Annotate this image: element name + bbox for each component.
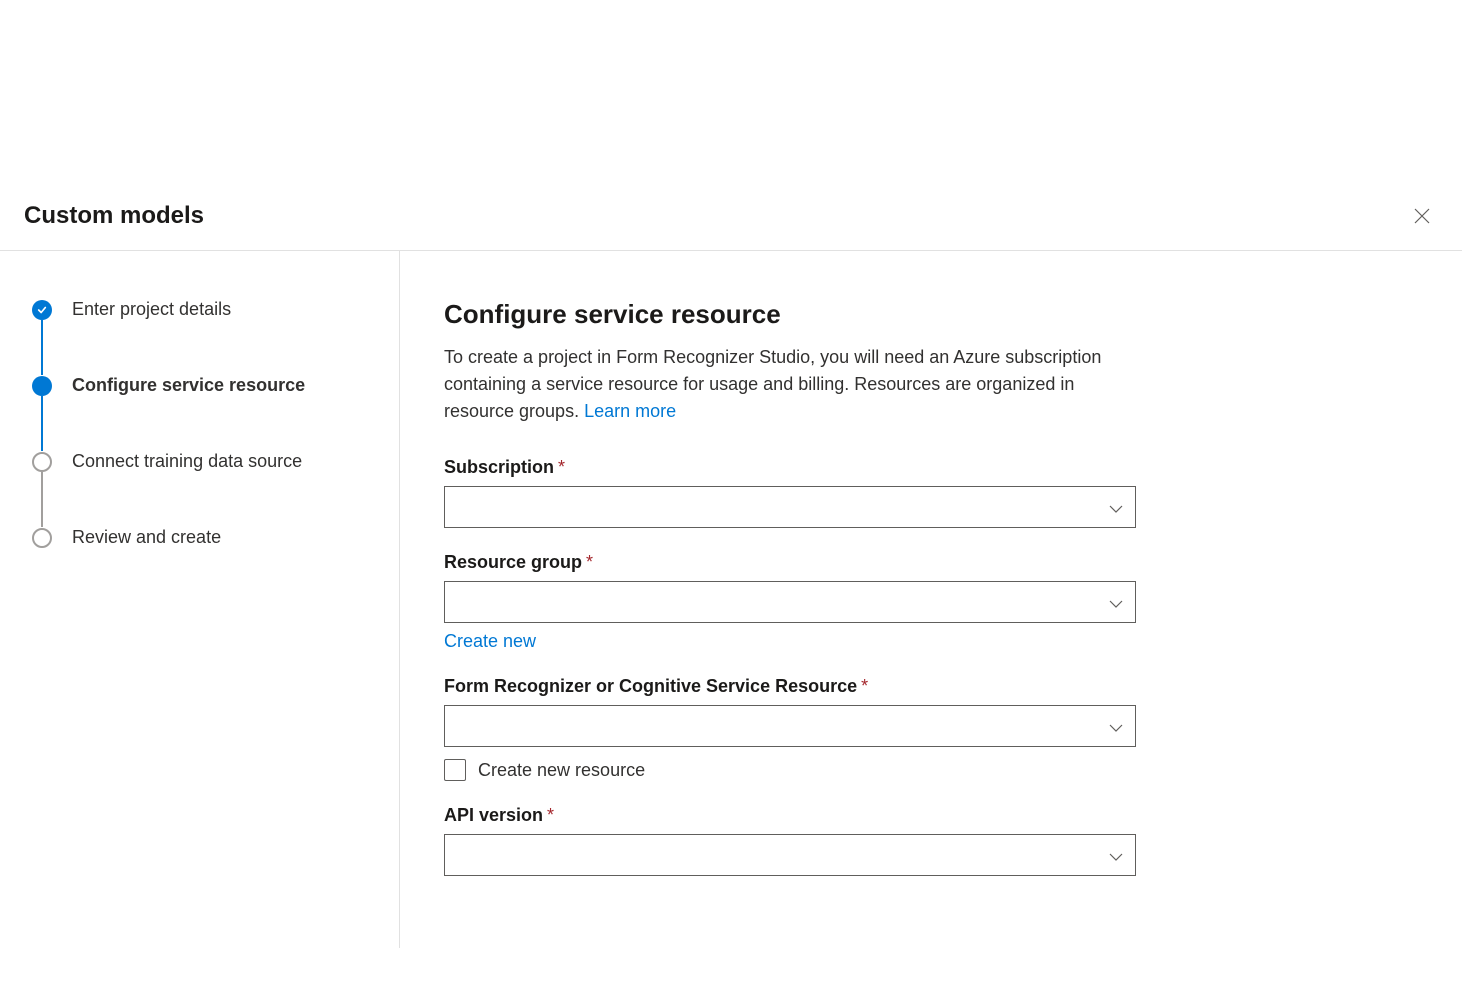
wizard-sidebar: Enter project details Configure service … <box>0 251 400 948</box>
service-resource-label: Form Recognizer or Cognitive Service Res… <box>444 676 1136 697</box>
section-description: To create a project in Form Recognizer S… <box>444 344 1136 425</box>
required-asterisk: * <box>861 676 868 696</box>
resource-group-label: Resource group* <box>444 552 1136 573</box>
step-completed-icon <box>32 300 52 320</box>
step-label: Configure service resource <box>72 375 305 396</box>
label-text: API version <box>444 805 543 825</box>
main-form-panel: Configure service resource To create a p… <box>400 251 1180 948</box>
step-current-icon <box>32 376 52 396</box>
description-text: To create a project in Form Recognizer S… <box>444 347 1101 421</box>
required-asterisk: * <box>558 457 565 477</box>
step-enter-project-details[interactable]: Enter project details <box>32 299 367 320</box>
step-connect-training-data[interactable]: Connect training data source <box>32 451 367 472</box>
step-review-and-create[interactable]: Review and create <box>32 527 367 548</box>
service-resource-field-group: Form Recognizer or Cognitive Service Res… <box>444 676 1136 781</box>
chevron-down-icon <box>1109 500 1123 514</box>
step-connector <box>41 396 43 451</box>
label-text: Subscription <box>444 457 554 477</box>
create-new-resource-checkbox-label[interactable]: Create new resource <box>478 760 645 781</box>
subscription-dropdown[interactable] <box>444 486 1136 528</box>
dialog-title: Custom models <box>24 202 204 230</box>
label-text: Form Recognizer or Cognitive Service Res… <box>444 676 857 696</box>
step-label: Enter project details <box>72 299 231 320</box>
close-button[interactable] <box>1406 200 1438 232</box>
content-area: Enter project details Configure service … <box>0 251 1462 948</box>
chevron-down-icon <box>1109 848 1123 862</box>
service-resource-dropdown[interactable] <box>444 705 1136 747</box>
step-connector <box>41 320 43 375</box>
subscription-label: Subscription* <box>444 457 1136 478</box>
create-new-resource-row: Create new resource <box>444 759 1136 781</box>
step-upcoming-icon <box>32 528 52 548</box>
learn-more-link[interactable]: Learn more <box>584 401 676 421</box>
subscription-field-group: Subscription* <box>444 457 1136 528</box>
step-upcoming-icon <box>32 452 52 472</box>
chevron-down-icon <box>1109 595 1123 609</box>
close-icon <box>1414 208 1430 224</box>
label-text: Resource group <box>444 552 582 572</box>
chevron-down-icon <box>1109 719 1123 733</box>
step-list: Enter project details Configure service … <box>32 299 367 548</box>
api-version-field-group: API version* <box>444 805 1136 876</box>
api-version-label: API version* <box>444 805 1136 826</box>
create-new-resource-group-link[interactable]: Create new <box>444 631 536 652</box>
step-label: Connect training data source <box>72 451 302 472</box>
section-title: Configure service resource <box>444 299 1136 330</box>
required-asterisk: * <box>586 552 593 572</box>
step-configure-service-resource[interactable]: Configure service resource <box>32 375 367 396</box>
dialog-header: Custom models <box>0 200 1462 251</box>
resource-group-dropdown[interactable] <box>444 581 1136 623</box>
required-asterisk: * <box>547 805 554 825</box>
step-connector <box>41 472 43 527</box>
create-new-resource-checkbox[interactable] <box>444 759 466 781</box>
step-label: Review and create <box>72 527 221 548</box>
resource-group-field-group: Resource group* Create new <box>444 552 1136 652</box>
api-version-dropdown[interactable] <box>444 834 1136 876</box>
